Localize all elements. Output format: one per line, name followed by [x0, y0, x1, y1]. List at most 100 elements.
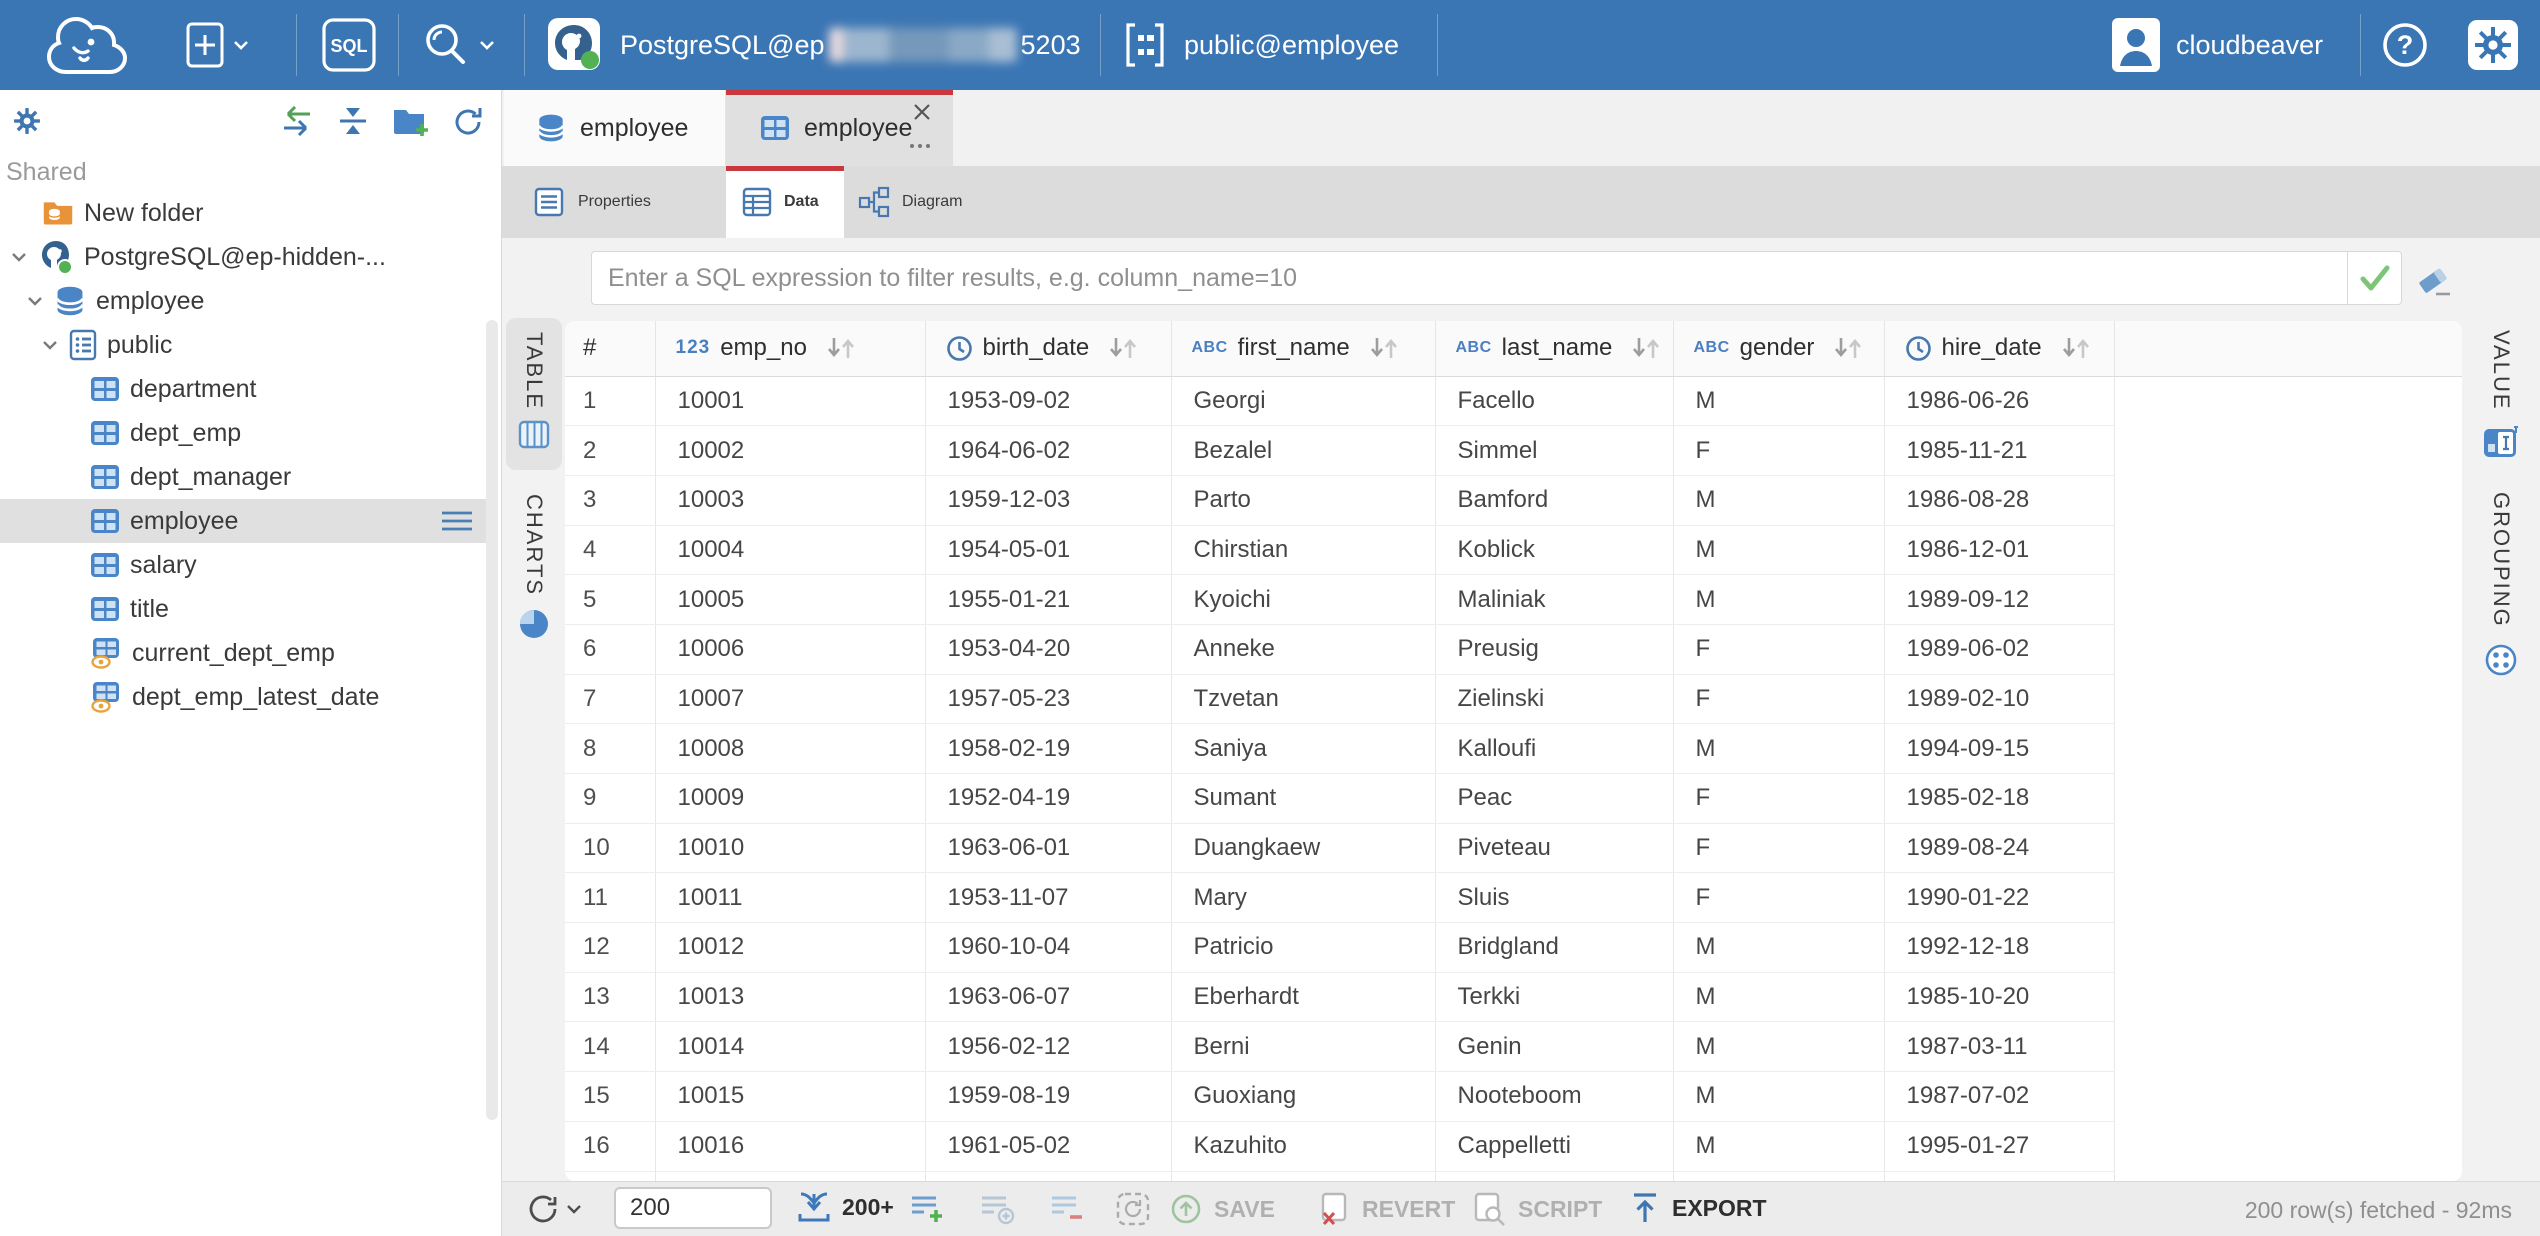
- ellipsis-icon[interactable]: [908, 142, 932, 150]
- connection-selector[interactable]: PostgreSQL@ep5203: [548, 0, 1081, 90]
- cell-gender[interactable]: F: [1673, 624, 1884, 674]
- row-number-cell[interactable]: 16: [565, 1121, 655, 1171]
- presentation-tab-table[interactable]: TABLE: [506, 318, 562, 470]
- cell-last-name[interactable]: Cappelletti: [1435, 1121, 1673, 1171]
- tree-item-table[interactable]: department: [0, 367, 494, 411]
- sort-icon[interactable]: [1107, 335, 1139, 361]
- cell-gender[interactable]: M: [1673, 972, 1884, 1022]
- tab-properties[interactable]: Properties: [502, 166, 726, 238]
- cell-last-name[interactable]: Sluis: [1435, 873, 1673, 923]
- new-object-button[interactable]: [186, 0, 250, 90]
- table-row[interactable]: 2 10002 1964-06-02 Bezalel Simmel F 1985…: [565, 426, 2462, 476]
- table-row[interactable]: 14 10014 1956-02-12 Berni Genin M 1987-0…: [565, 1022, 2462, 1072]
- row-number-cell[interactable]: 11: [565, 873, 655, 923]
- cell-last-name[interactable]: Zielinski: [1435, 674, 1673, 724]
- cell-first-name[interactable]: Georgi: [1171, 376, 1435, 426]
- cell-emp-no[interactable]: 10012: [655, 923, 925, 973]
- cell-first-name[interactable]: Kyoichi: [1171, 575, 1435, 625]
- row-number-cell[interactable]: 13: [565, 972, 655, 1022]
- tree-item-table[interactable]: dept_emp: [0, 411, 494, 455]
- tree-item-table[interactable]: dept_manager: [0, 455, 494, 499]
- tree-item-view[interactable]: current_dept_emp: [0, 631, 494, 675]
- cell-first-name[interactable]: Anneke: [1171, 624, 1435, 674]
- table-row[interactable]: 7 10007 1957-05-23 Tzvetan Zielinski F 1…: [565, 674, 2462, 724]
- cell-birth-date[interactable]: 1953-04-20: [925, 624, 1171, 674]
- apply-filter-button[interactable]: [2347, 252, 2402, 304]
- sql-editor-button[interactable]: SQL: [322, 0, 376, 90]
- sql-filter-input[interactable]: [591, 251, 2402, 305]
- cell-hire-date[interactable]: 1992-12-18: [1884, 923, 2114, 973]
- cell-birth-date[interactable]: 1957-05-23: [925, 674, 1171, 724]
- cell-last-name[interactable]: Koblick: [1435, 525, 1673, 575]
- table-row[interactable]: 6 10006 1953-04-20 Anneke Preusig F 1989…: [565, 624, 2462, 674]
- cell-birth-date[interactable]: 1959-12-03: [925, 475, 1171, 525]
- column-header-hire-date[interactable]: hire_date: [1884, 321, 2114, 376]
- tree-item-new-folder[interactable]: New folder: [0, 191, 494, 235]
- cell-gender[interactable]: M: [1673, 475, 1884, 525]
- column-header-first-name[interactable]: ABC first_name: [1171, 321, 1435, 376]
- cell-gender[interactable]: M: [1673, 575, 1884, 625]
- table-row[interactable]: 13 10013 1963-06-07 Eberhardt Terkki M 1…: [565, 972, 2462, 1022]
- cell-hire-date[interactable]: 1989-06-02: [1884, 624, 2114, 674]
- cell-gender[interactable]: M: [1673, 923, 1884, 973]
- table-row[interactable]: 15 10015 1959-08-19 Guoxiang Nooteboom M…: [565, 1072, 2462, 1122]
- cell-hire-date[interactable]: 1987-03-11: [1884, 1022, 2114, 1072]
- cell-last-name[interactable]: Bamford: [1435, 475, 1673, 525]
- script-button[interactable]: SCRIPT: [1472, 1192, 1602, 1226]
- tree-item-schema[interactable]: public: [0, 323, 494, 367]
- cell-gender[interactable]: F: [1673, 873, 1884, 923]
- cell-last-name[interactable]: Maliniak: [1435, 575, 1673, 625]
- menu-icon[interactable]: [440, 509, 474, 533]
- cell-emp-no[interactable]: 10001: [655, 376, 925, 426]
- cell-first-name[interactable]: Guoxiang: [1171, 1072, 1435, 1122]
- cell-last-name[interactable]: Facello: [1435, 376, 1673, 426]
- sort-icon[interactable]: [1630, 335, 1662, 361]
- cell-first-name[interactable]: Tzvetan: [1171, 674, 1435, 724]
- cell-emp-no[interactable]: 10006: [655, 624, 925, 674]
- cell-gender[interactable]: M: [1673, 1072, 1884, 1122]
- cell-last-name[interactable]: Kalloufi: [1435, 724, 1673, 774]
- save-button[interactable]: SAVE: [1170, 1193, 1275, 1225]
- help-button[interactable]: ?: [2382, 22, 2428, 73]
- tab-data-active[interactable]: Data: [726, 166, 844, 238]
- cell-birth-date[interactable]: 1959-08-19: [925, 1072, 1171, 1122]
- table-row[interactable]: 11 10011 1953-11-07 Mary Sluis F 1990-01…: [565, 873, 2462, 923]
- cell-birth-date[interactable]: 1958-02-19: [925, 724, 1171, 774]
- table-row[interactable]: 3 10003 1959-12-03 Parto Bamford M 1986-…: [565, 475, 2462, 525]
- export-button[interactable]: EXPORT: [1630, 1192, 1767, 1224]
- cell-gender[interactable]: M: [1673, 1121, 1884, 1171]
- row-number-header[interactable]: #: [565, 321, 655, 376]
- cell-emp-no[interactable]: 10007: [655, 674, 925, 724]
- connection-search-button[interactable]: [420, 0, 496, 90]
- table-row[interactable]: 5 10005 1955-01-21 Kyoichi Maliniak M 19…: [565, 575, 2462, 625]
- fetch-size-input[interactable]: [614, 1187, 772, 1229]
- cell-first-name[interactable]: Bezalel: [1171, 426, 1435, 476]
- table-row[interactable]: 9 10009 1952-04-19 Sumant Peac F 1985-02…: [565, 774, 2462, 824]
- cell-last-name[interactable]: Piveteau: [1435, 823, 1673, 873]
- cell-birth-date[interactable]: 1952-04-19: [925, 774, 1171, 824]
- sort-icon[interactable]: [1832, 335, 1864, 361]
- refresh-tree-button[interactable]: [452, 106, 484, 143]
- table-row[interactable]: 16 10016 1961-05-02 Kazuhito Cappelletti…: [565, 1121, 2462, 1171]
- cell-first-name[interactable]: Duangkaew: [1171, 823, 1435, 873]
- cell-first-name[interactable]: Saniya: [1171, 724, 1435, 774]
- row-number-cell[interactable]: 5: [565, 575, 655, 625]
- column-header-emp-no[interactable]: 123 emp_no: [655, 321, 925, 376]
- row-number-cell[interactable]: 12: [565, 923, 655, 973]
- cell-last-name[interactable]: Preusig: [1435, 624, 1673, 674]
- cell-emp-no[interactable]: 10008: [655, 724, 925, 774]
- tab-employee-table-active[interactable]: employee: [726, 90, 953, 166]
- tree-item-table[interactable]: title: [0, 587, 494, 631]
- row-number-cell[interactable]: 14: [565, 1022, 655, 1072]
- cell-birth-date[interactable]: 1956-02-12: [925, 1022, 1171, 1072]
- presentation-tab-charts[interactable]: CHARTS: [506, 494, 562, 684]
- cell-birth-date[interactable]: 1954-05-01: [925, 525, 1171, 575]
- sort-icon[interactable]: [1368, 335, 1400, 361]
- column-header-birth-date[interactable]: birth_date: [925, 321, 1171, 376]
- sort-icon[interactable]: [825, 335, 857, 361]
- row-number-cell[interactable]: 2: [565, 426, 655, 476]
- cell-birth-date[interactable]: 1953-09-02: [925, 376, 1171, 426]
- cell-emp-no[interactable]: 10014: [655, 1022, 925, 1072]
- cell-birth-date[interactable]: 1963-06-07: [925, 972, 1171, 1022]
- sidebar-scrollbar[interactable]: [486, 320, 498, 1120]
